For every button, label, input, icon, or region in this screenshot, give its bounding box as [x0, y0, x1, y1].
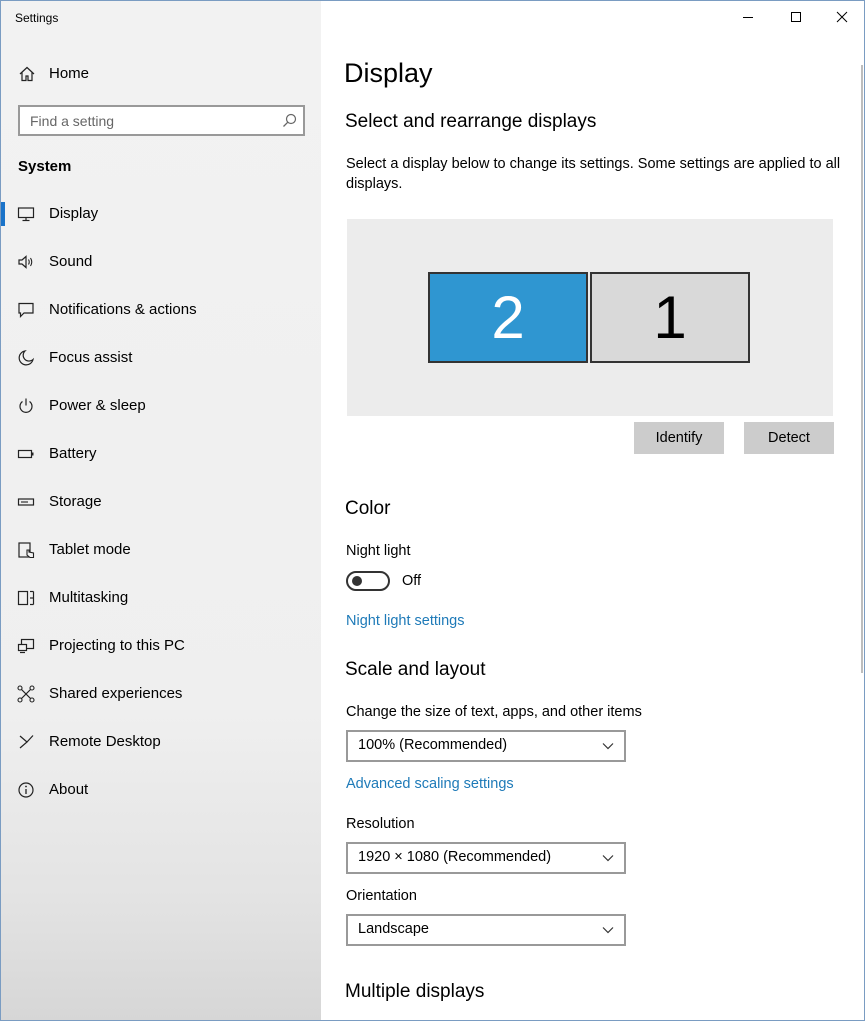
section-label-system: System	[18, 158, 72, 175]
sidebar-item-label: Display	[49, 205, 99, 222]
sidebar-item-projecting[interactable]: Projecting to this PC	[1, 623, 321, 671]
sidebar-item-label: Focus assist	[49, 349, 133, 366]
resolution-label: Resolution	[346, 816, 415, 832]
sidebar-item-focus-assist[interactable]: Focus assist	[1, 335, 321, 383]
power-icon	[19, 398, 33, 413]
scale-heading: Scale and layout	[345, 659, 486, 680]
night-light-settings-link[interactable]: Night light settings	[346, 613, 464, 629]
orientation-dropdown[interactable]: Landscape	[346, 914, 626, 946]
sidebar-item-tablet-mode[interactable]: Tablet mode	[1, 527, 321, 575]
night-light-toggle[interactable]	[346, 571, 390, 591]
settings-window: Settings Home System Display	[0, 0, 865, 1021]
maximize-button[interactable]	[773, 1, 819, 33]
orientation-label: Orientation	[346, 888, 417, 904]
sidebar-item-display[interactable]: Display	[1, 191, 321, 239]
moon-icon	[18, 350, 35, 366]
arrange-heading: Select and rearrange displays	[345, 111, 597, 132]
night-light-state: Off	[402, 573, 422, 589]
scale-dropdown-value: 100% (Recommended)	[358, 737, 508, 753]
search-box[interactable]	[18, 105, 305, 136]
sidebar-item-label: Multitasking	[49, 589, 129, 606]
minimize-icon	[743, 17, 753, 18]
chevron-down-icon	[602, 855, 614, 862]
close-icon	[836, 11, 848, 23]
storage-icon	[17, 498, 35, 506]
sidebar-item-about[interactable]: About	[1, 767, 321, 815]
advanced-scaling-link[interactable]: Advanced scaling settings	[346, 776, 514, 792]
scale-dropdown[interactable]: 100% (Recommended)	[346, 730, 626, 762]
sidebar-item-label: Notifications & actions	[49, 301, 197, 318]
sidebar-item-multitasking[interactable]: Multitasking	[1, 575, 321, 623]
multitasking-icon	[17, 590, 35, 606]
speaker-icon	[18, 255, 33, 269]
display-arrangement-area[interactable]: 2 1	[347, 219, 833, 416]
sidebar-item-label: Power & sleep	[49, 397, 146, 414]
system-nav-list: Display Sound Notifications & actions Fo…	[1, 191, 321, 815]
minimize-button[interactable]	[725, 1, 771, 33]
sidebar-item-label: Remote Desktop	[49, 733, 161, 750]
sidebar-item-storage[interactable]: Storage	[1, 479, 321, 527]
sidebar-item-power-sleep[interactable]: Power & sleep	[1, 383, 321, 431]
chevron-down-icon	[602, 927, 614, 934]
detect-button[interactable]: Detect	[744, 422, 834, 454]
close-button[interactable]	[819, 1, 864, 33]
page-title: Display	[344, 58, 433, 88]
sidebar-item-label: Sound	[49, 253, 93, 270]
home-label: Home	[49, 65, 90, 82]
monitor-icon	[17, 207, 35, 222]
night-light-label: Night light	[346, 543, 411, 559]
sidebar-item-label: Tablet mode	[49, 541, 131, 558]
sidebar-item-label: Projecting to this PC	[49, 637, 185, 654]
search-icon[interactable]	[282, 113, 297, 128]
home-icon	[19, 66, 35, 82]
chevron-down-icon	[602, 743, 614, 750]
orientation-dropdown-value: Landscape	[358, 921, 429, 937]
toggle-knob	[352, 576, 362, 586]
info-icon	[18, 782, 34, 798]
sidebar-item-sound[interactable]: Sound	[1, 239, 321, 287]
home-nav-item[interactable]: Home	[1, 57, 321, 91]
monitor-2[interactable]: 2	[428, 272, 588, 363]
shared-icon	[17, 685, 35, 703]
projector-icon	[17, 638, 35, 654]
sidebar-item-notifications[interactable]: Notifications & actions	[1, 287, 321, 335]
identify-button[interactable]: Identify	[634, 422, 724, 454]
sidebar-item-label: About	[49, 781, 89, 798]
scrollbar[interactable]	[861, 65, 863, 673]
arrange-description: Select a display below to change its set…	[346, 156, 841, 192]
sidebar-item-label: Shared experiences	[49, 685, 183, 702]
sidebar-item-label: Battery	[49, 445, 97, 462]
color-heading: Color	[345, 498, 391, 519]
sidebar-item-battery[interactable]: Battery	[1, 431, 321, 479]
tablet-icon	[18, 542, 35, 559]
sidebar-item-shared-experiences[interactable]: Shared experiences	[1, 671, 321, 719]
multiple-displays-heading: Multiple displays	[345, 981, 485, 1002]
search-input[interactable]	[20, 107, 270, 134]
sidebar-item-remote-desktop[interactable]: Remote Desktop	[1, 719, 321, 767]
resolution-dropdown[interactable]: 1920 × 1080 (Recommended)	[346, 842, 626, 874]
monitor-1[interactable]: 1	[590, 272, 750, 363]
app-title: Settings	[15, 11, 59, 25]
notification-icon	[18, 302, 34, 318]
resolution-dropdown-value: 1920 × 1080 (Recommended)	[358, 849, 552, 865]
size-label: Change the size of text, apps, and other…	[346, 704, 642, 720]
remote-icon	[19, 735, 34, 749]
maximize-icon	[791, 12, 801, 22]
sidebar-item-label: Storage	[49, 493, 102, 510]
battery-icon	[17, 449, 34, 459]
sidebar: Settings Home System Display	[1, 1, 321, 1020]
